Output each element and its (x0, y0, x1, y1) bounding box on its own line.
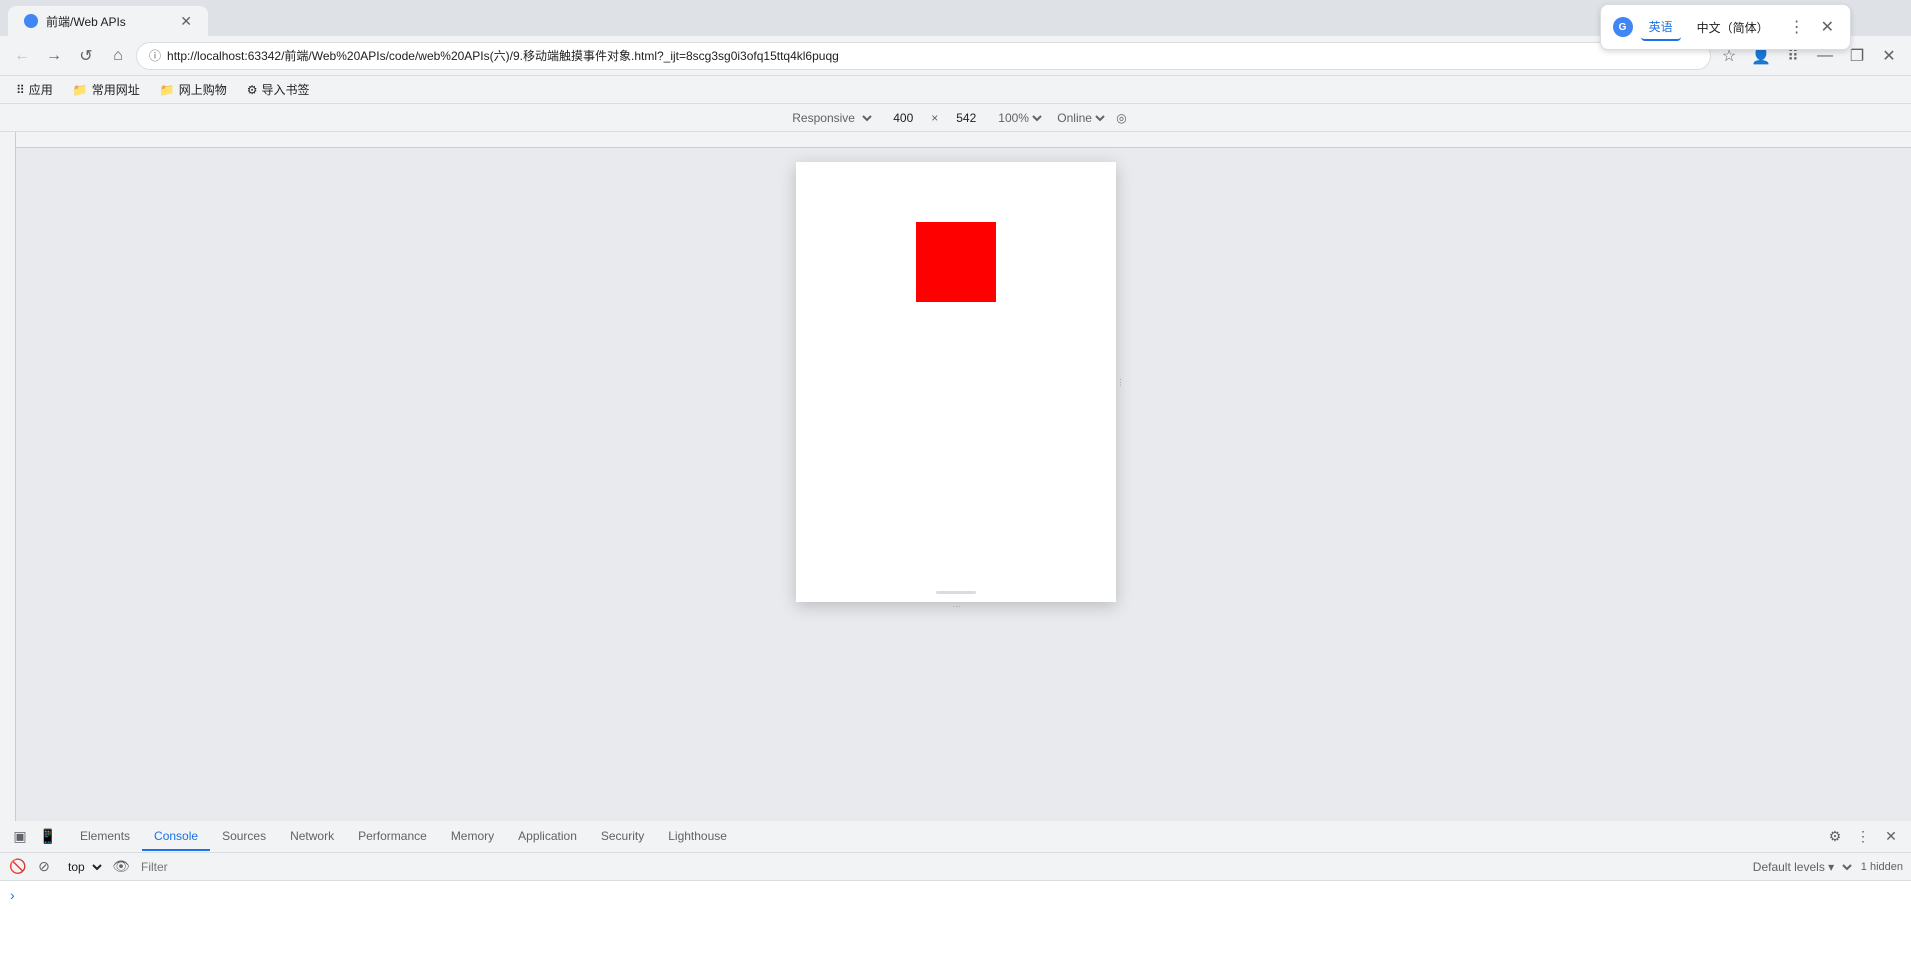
devtools-device-button[interactable]: 📱 (36, 825, 60, 849)
responsive-toolbar: Responsive × 100% Online ◎ (0, 104, 1911, 132)
console-toolbar: 🚫 ⊘ top 👁 Default levels ▾ 1 hidden (0, 853, 1911, 881)
bookmark-shopping-label: 网上购物 (179, 81, 227, 98)
tab-memory[interactable]: Memory (439, 823, 506, 851)
forward-button[interactable]: → (40, 42, 68, 70)
tab-favicon (24, 14, 38, 28)
red-box (916, 222, 996, 302)
translate-close-button[interactable]: ✕ (1817, 13, 1838, 41)
devtools-inspect-button[interactable]: ▣ (8, 825, 32, 849)
translate-language-chinese[interactable]: 中文（简体） (1689, 15, 1777, 40)
tab-close-button[interactable]: ✕ (180, 13, 192, 30)
tab-network[interactable]: Network (278, 823, 346, 851)
console-input[interactable] (23, 887, 1901, 903)
devtools-close-button[interactable]: ✕ (1879, 825, 1903, 849)
bookmark-useful-sites-label: 常用网址 (92, 81, 140, 98)
resize-handle-right[interactable]: ⋮ (1116, 162, 1124, 602)
console-filter-input[interactable] (137, 858, 1739, 876)
url-text: http://localhost:63342/前端/Web%20APIs/cod… (167, 47, 1698, 64)
home-button[interactable]: ⌂ (104, 42, 132, 70)
height-input[interactable] (946, 111, 986, 125)
tab-application[interactable]: Application (506, 823, 589, 851)
gear-icon: ⚙ (247, 83, 258, 97)
device-handle (936, 591, 976, 594)
content-area: Responsive × 100% Online ◎ (0, 104, 1911, 961)
devtools-settings-button[interactable]: ⚙ (1823, 825, 1847, 849)
browser-chrome: 前端/Web APIs ✕ G 英语 中文（简体） ⋮ ✕ ← → ↺ ⌂ ⓘ (0, 0, 1911, 104)
window-close-button[interactable]: ✕ (1875, 42, 1903, 70)
console-levels-select[interactable]: Default levels ▾ (1745, 857, 1855, 877)
address-info-icon: ⓘ (149, 47, 161, 64)
devtools-tabs: ▣ 📱 Elements Console Sources Network Per… (0, 821, 1911, 853)
devtools-tab-actions: ⚙ ⋮ ✕ (1823, 825, 1903, 849)
translate-icon: G (1613, 17, 1633, 37)
address-bar[interactable]: ⓘ http://localhost:63342/前端/Web%20APIs/c… (136, 42, 1711, 70)
tab-title: 前端/Web APIs (46, 13, 126, 30)
folder-icon-2: 📁 (160, 83, 175, 97)
console-eye-button[interactable]: 👁 (111, 857, 131, 877)
device-frame: ⋮ ⋯ (796, 162, 1116, 602)
settings-icon: ◎ (1116, 111, 1126, 125)
dimension-separator: × (931, 111, 938, 125)
tab-lighthouse[interactable]: Lighthouse (656, 823, 739, 851)
responsive-controls: Responsive × 100% Online ◎ (0, 108, 1911, 128)
console-prompt-icon: › (10, 887, 15, 903)
tab-sources[interactable]: Sources (210, 823, 278, 851)
translate-more-icon[interactable]: ⋮ (1785, 13, 1809, 41)
console-clear-button[interactable]: 🚫 (8, 857, 28, 877)
bookmark-import-label: 导入书签 (262, 81, 310, 98)
devtools-panel: ▣ 📱 Elements Console Sources Network Per… (0, 821, 1911, 961)
translate-popup: G 英语 中文（简体） ⋮ ✕ (1600, 4, 1851, 50)
bookmark-apps-label: 应用 (29, 81, 53, 98)
folder-icon-1: 📁 (73, 83, 88, 97)
ruler-vertical (0, 132, 16, 821)
ruler-horizontal (0, 132, 1911, 148)
apps-icon: ⠿ (16, 83, 25, 97)
tab-performance[interactable]: Performance (346, 823, 439, 851)
device-select[interactable]: Responsive (784, 108, 875, 128)
console-context-select[interactable]: top (60, 857, 105, 877)
devtools-more-button[interactable]: ⋮ (1851, 825, 1875, 849)
tab-bar: 前端/Web APIs ✕ G 英语 中文（简体） ⋮ ✕ (0, 0, 1911, 36)
tab-elements[interactable]: Elements (68, 823, 142, 851)
network-select[interactable]: Online (1053, 110, 1108, 126)
hidden-count-badge: 1 hidden (1861, 861, 1903, 873)
bookmark-import[interactable]: ⚙ 导入书签 (239, 79, 318, 100)
bookmark-shopping[interactable]: 📁 网上购物 (152, 79, 235, 100)
console-prompt: › (8, 883, 1903, 907)
width-input[interactable] (883, 111, 923, 125)
device-content (796, 162, 1116, 602)
console-content: › (0, 881, 1911, 961)
reload-button[interactable]: ↺ (72, 42, 100, 70)
viewport-section: ⋮ ⋯ (0, 132, 1911, 821)
zoom-select[interactable]: 100% (994, 110, 1045, 126)
back-button[interactable]: ← (8, 42, 36, 70)
resize-handle-corner[interactable] (1112, 598, 1124, 610)
bookmark-apps[interactable]: ⠿ 应用 (8, 79, 61, 100)
tab-console[interactable]: Console (142, 823, 210, 851)
resize-handle-bottom[interactable]: ⋯ (796, 602, 1116, 610)
bookmarks-bar: ⠿ 应用 📁 常用网址 📁 网上购物 ⚙ 导入书签 (0, 76, 1911, 104)
console-filter-button[interactable]: ⊘ (34, 857, 54, 877)
browser-tab[interactable]: 前端/Web APIs ✕ (8, 6, 208, 36)
browser-window: 前端/Web APIs ✕ G 英语 中文（简体） ⋮ ✕ ← → ↺ ⌂ ⓘ (0, 0, 1911, 961)
tab-security[interactable]: Security (589, 823, 656, 851)
bookmark-useful-sites[interactable]: 📁 常用网址 (65, 79, 148, 100)
translate-language-english[interactable]: 英语 (1641, 14, 1681, 41)
